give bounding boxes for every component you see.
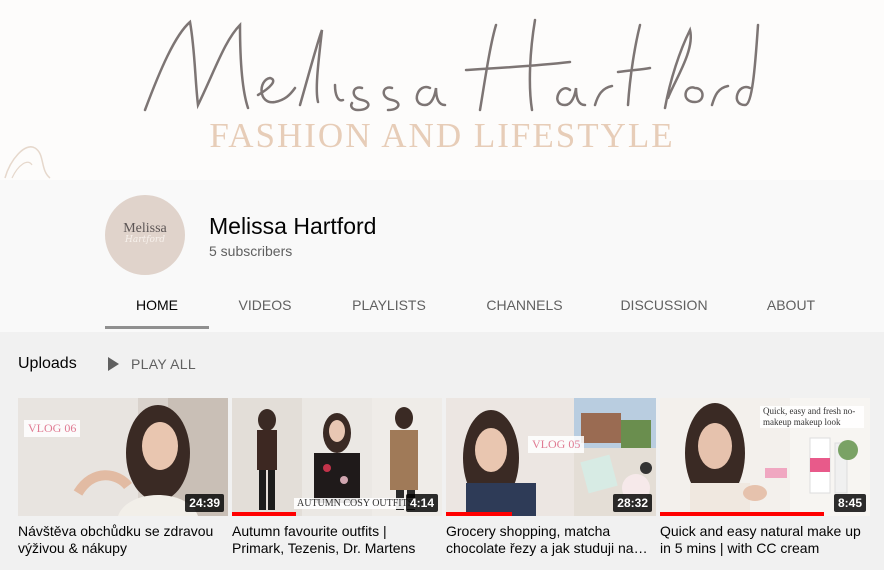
banner-script-logo <box>143 18 760 112</box>
video-title[interactable]: Quick and easy natural make up in 5 mins… <box>660 523 870 557</box>
video-duration: 28:32 <box>613 494 652 512</box>
channel-banner: FASHION AND LIFESTYLE <box>0 0 884 180</box>
tab-discussion[interactable]: DISCUSSION <box>592 285 736 329</box>
tab-playlists[interactable]: PLAYLISTS <box>321 285 457 329</box>
uploads-section: Uploads PLAY ALL VLOG 06 24:39 Návštěva … <box>0 332 884 570</box>
play-icon <box>108 357 119 371</box>
video-card[interactable]: AUTUMN COSY OUTFITS 4:14 Autumn favourit… <box>232 398 442 557</box>
video-card[interactable]: Quick, easy and fresh no-makeup makeup l… <box>660 398 870 557</box>
play-all-button[interactable]: PLAY ALL <box>108 356 196 372</box>
video-title[interactable]: Návštěva obchůdku se zdravou výživou & n… <box>18 523 228 557</box>
uploads-title[interactable]: Uploads <box>18 355 77 373</box>
channel-tabs: HOME VIDEOS PLAYLISTS CHANNELS DISCUSSIO… <box>105 285 846 329</box>
tab-videos[interactable]: VIDEOS <box>209 285 321 329</box>
play-all-label: PLAY ALL <box>131 356 196 372</box>
video-thumbnail[interactable]: VLOG 05 28:32 <box>446 398 656 516</box>
video-title[interactable]: Autumn favourite outfits | Primark, Teze… <box>232 523 442 557</box>
watch-progress-bar <box>232 512 296 516</box>
video-duration: 8:45 <box>833 494 866 512</box>
avatar-subtext: Hartford <box>125 235 165 245</box>
tab-home[interactable]: HOME <box>105 285 209 329</box>
tab-channels[interactable]: CHANNELS <box>457 285 592 329</box>
subscriber-count: 5 subscribers <box>209 243 293 259</box>
thumbnail-overlay-text: VLOG 05 <box>528 436 585 453</box>
thumbnail-overlay-text: Quick, easy and fresh no-makeup makeup l… <box>760 406 864 428</box>
thumbnail-overlay-text: VLOG 06 <box>24 420 81 437</box>
video-title[interactable]: Grocery shopping, matcha chocolate řezy … <box>446 523 656 557</box>
avatar[interactable]: Melissa Hartford <box>105 195 185 275</box>
video-thumbnail[interactable]: AUTUMN COSY OUTFITS 4:14 <box>232 398 442 516</box>
video-duration: 4:14 <box>405 494 438 512</box>
channel-name: Melissa Hartford <box>209 213 377 239</box>
video-card[interactable]: VLOG 06 24:39 Návštěva obchůdku se zdrav… <box>18 398 228 557</box>
tab-about[interactable]: ABOUT <box>736 285 846 329</box>
watch-progress-bar <box>660 512 824 516</box>
banner-tagline: FASHION AND LIFESTYLE <box>209 116 675 155</box>
video-thumbnail[interactable]: Quick, easy and fresh no-makeup makeup l… <box>660 398 870 516</box>
video-duration: 24:39 <box>185 494 224 512</box>
video-thumbnail[interactable]: VLOG 06 24:39 <box>18 398 228 516</box>
thumbnail-overlay-text: AUTUMN COSY OUTFITS <box>294 498 417 509</box>
channel-header: Melissa Hartford Melissa Hartford 5 subs… <box>0 180 884 332</box>
watch-progress-bar <box>446 512 512 516</box>
video-card[interactable]: VLOG 05 28:32 Grocery shopping, matcha c… <box>446 398 656 557</box>
